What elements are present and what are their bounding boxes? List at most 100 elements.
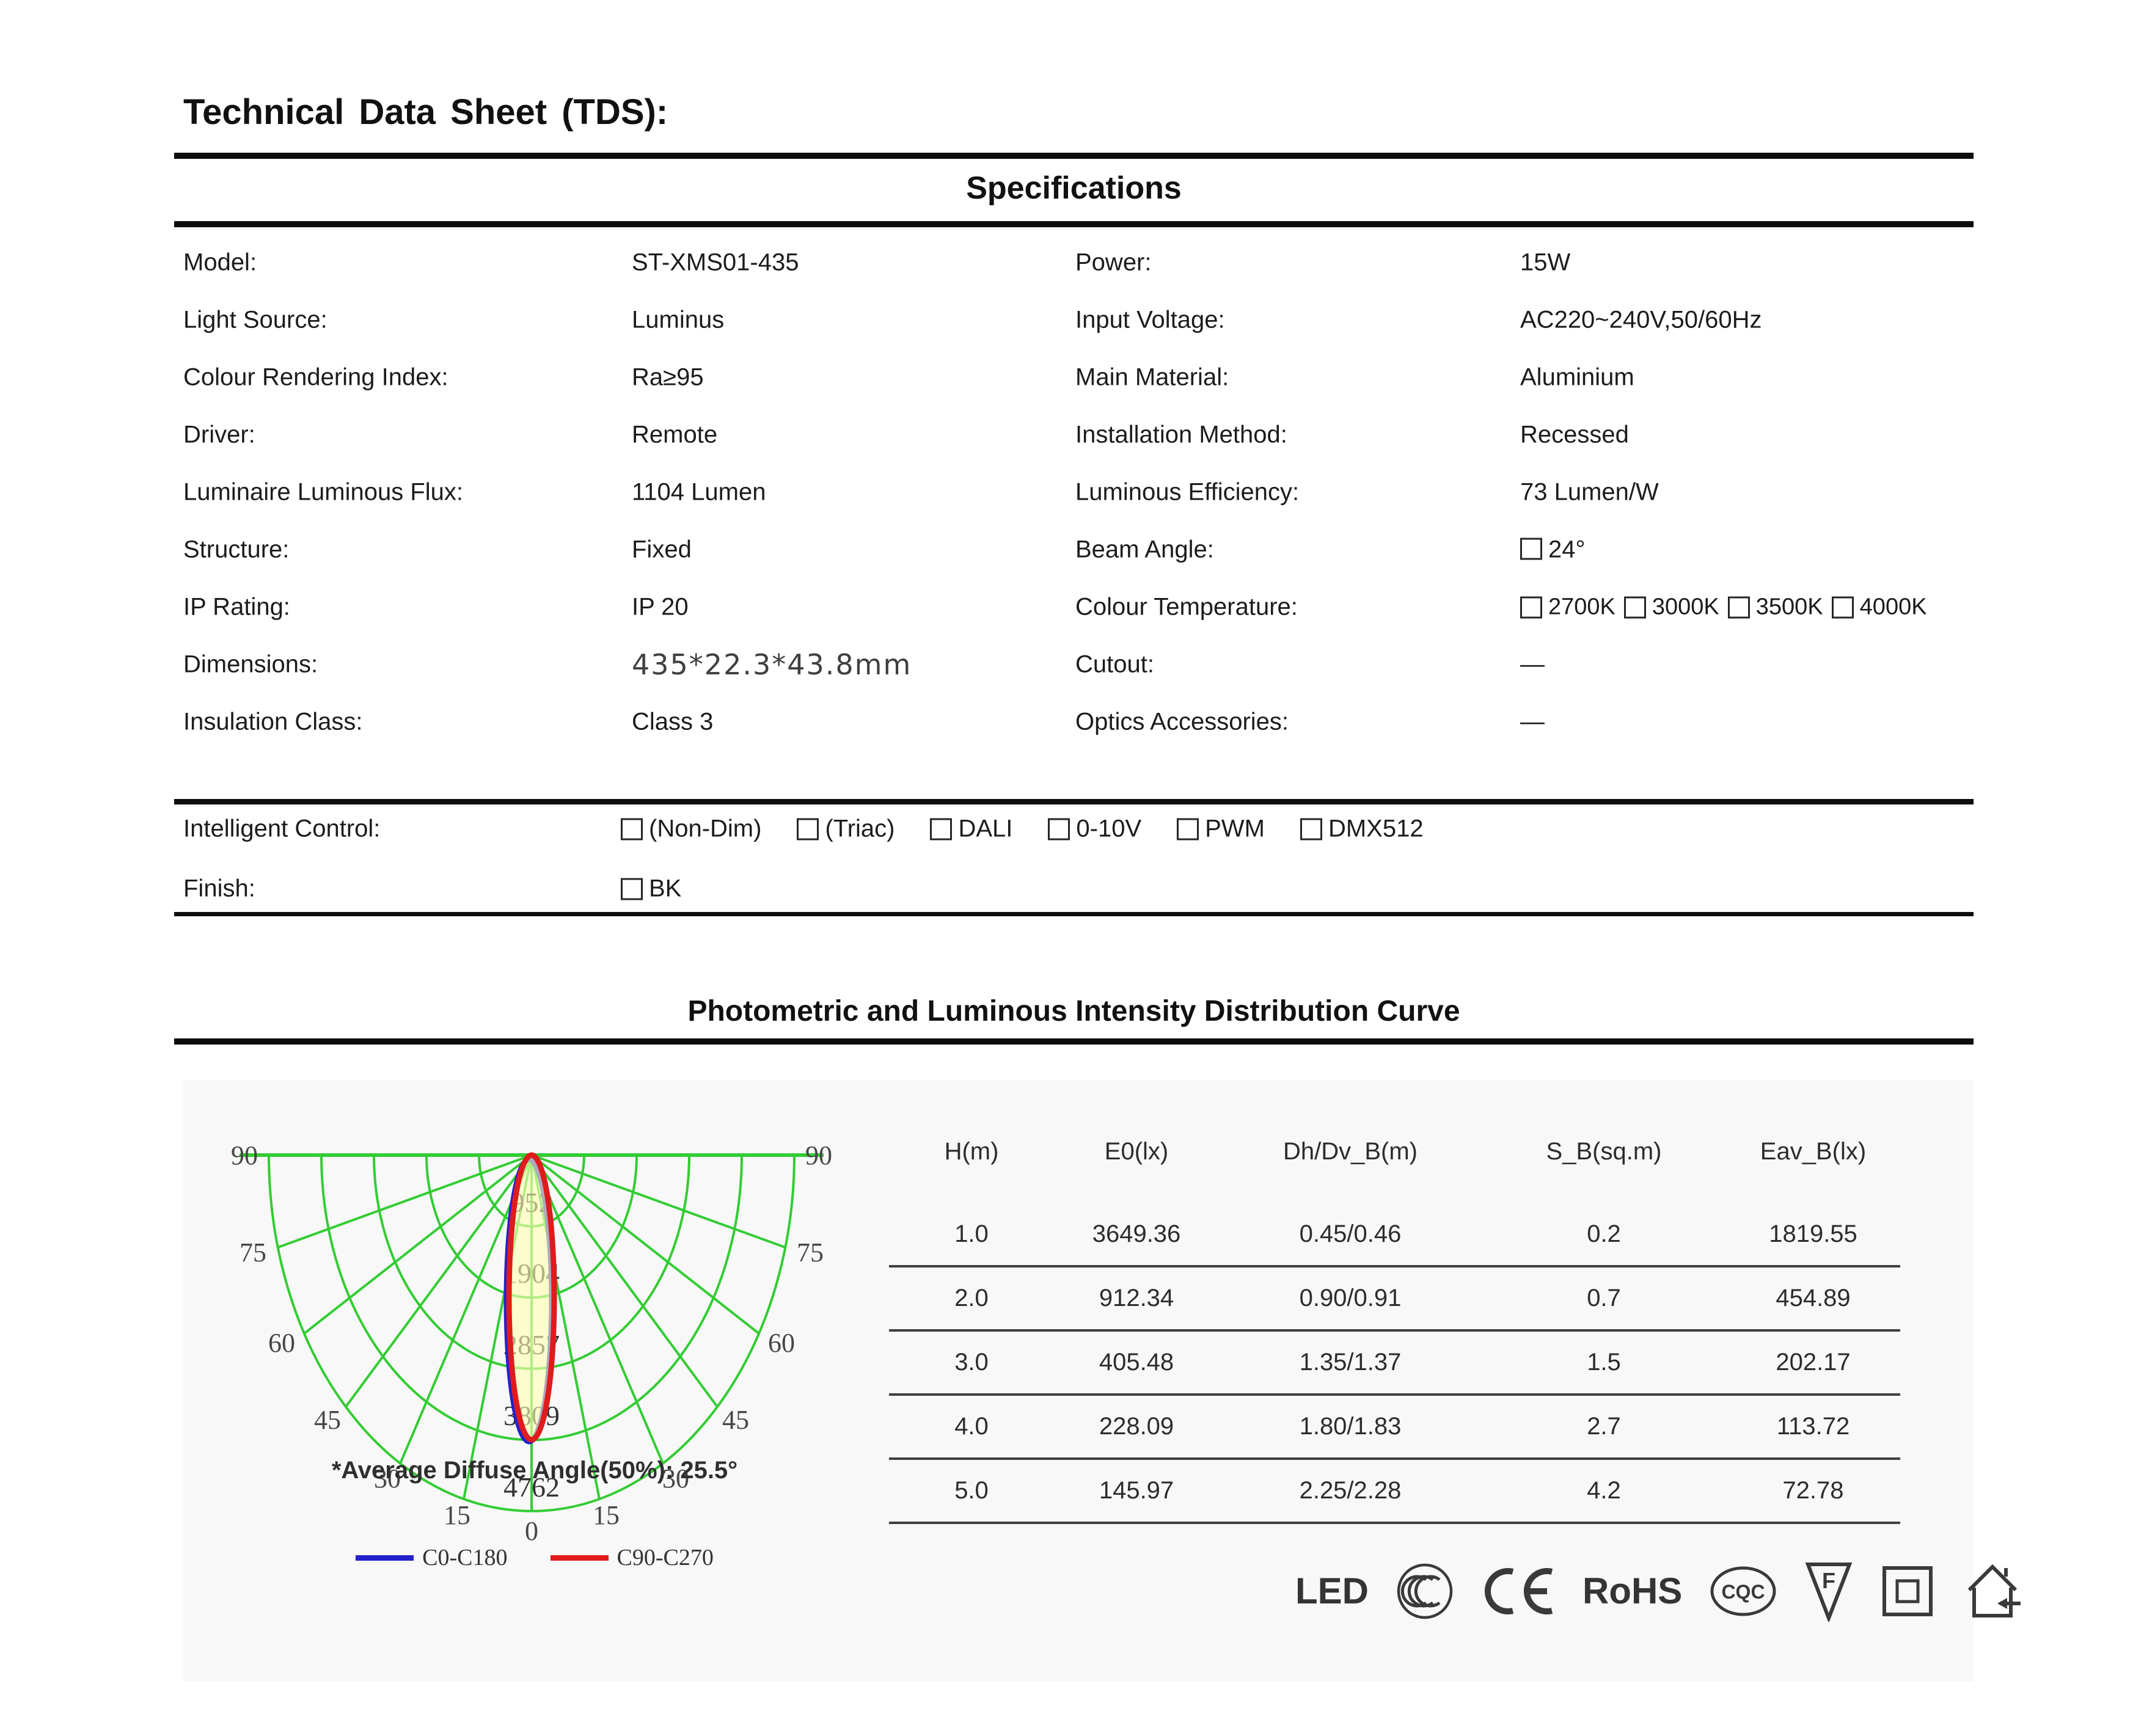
colour-temp-label: 4000K bbox=[1859, 594, 1927, 620]
spec-value: Aluminium bbox=[1520, 363, 1634, 391]
control-option: DALI bbox=[930, 815, 1012, 843]
table-cell: 1.0 bbox=[954, 1220, 989, 1247]
spec-row: Insulation Class: Class 3 Optics Accesso… bbox=[0, 693, 2144, 751]
beam-angle-text: 24° bbox=[1548, 536, 1586, 563]
table-header-row: H(m) E0(lx) Dh/Dv_B(m) S_B(sq.m) Eav_B(l… bbox=[889, 1130, 1900, 1173]
table-row: 2.0 912.34 0.90/0.91 0.7 454.89 bbox=[889, 1267, 1900, 1332]
legend-item: C0-C180 bbox=[356, 1544, 508, 1571]
column-header: H(m) bbox=[944, 1137, 999, 1165]
control-checkbox[interactable] bbox=[797, 818, 819, 840]
table-cell: 405.48 bbox=[1099, 1349, 1174, 1376]
cqc-label: CQC bbox=[1722, 1581, 1765, 1603]
spec-row: IP Rating: IP 20 Colour Temperature: 270… bbox=[0, 578, 2144, 636]
table-cell: 1.5 bbox=[1587, 1349, 1621, 1376]
spec-label: Optics Accessories: bbox=[1075, 708, 1289, 735]
angle-label: 90 bbox=[805, 1140, 832, 1170]
table-cell: 0.7 bbox=[1587, 1285, 1621, 1311]
spec-value: Class 3 bbox=[632, 708, 714, 735]
finish-option-label: BK bbox=[649, 875, 682, 902]
spec-value: 15W bbox=[1520, 249, 1571, 276]
column-header: Dh/Dv_B(m) bbox=[1282, 1137, 1418, 1165]
finish-label: Finish: bbox=[183, 875, 255, 902]
control-checkbox[interactable] bbox=[621, 818, 643, 840]
spec-label: Beam Angle: bbox=[1075, 536, 1214, 563]
spec-value: ST-XMS01-435 bbox=[632, 249, 799, 276]
colour-temp-checkbox[interactable] bbox=[1520, 596, 1542, 618]
table-cell: 5.0 bbox=[954, 1477, 989, 1504]
control-option: PWM bbox=[1177, 815, 1265, 843]
beam-angle-checkbox[interactable] bbox=[1520, 538, 1542, 560]
control-option-label: DMX512 bbox=[1328, 815, 1424, 842]
table-cell: 0.45/0.46 bbox=[1299, 1220, 1402, 1247]
table-cell: 3649.36 bbox=[1092, 1220, 1181, 1247]
control-option: DMX512 bbox=[1300, 815, 1424, 843]
indoor-use-icon bbox=[1968, 1564, 2021, 1617]
spec-row: Colour Rendering Index: Ra≥95 Main Mater… bbox=[0, 349, 2144, 406]
control-checkbox[interactable] bbox=[1177, 818, 1199, 840]
divider bbox=[174, 912, 1974, 916]
spec-label: Cutout: bbox=[1075, 651, 1154, 678]
table-row: 3.0 405.48 1.35/1.37 1.5 202.17 bbox=[889, 1332, 1900, 1396]
control-option: (Non-Dim) bbox=[621, 815, 761, 843]
control-option-label: DALI bbox=[958, 815, 1013, 842]
tds-page: Technical Data Sheet (TDS): Specificatio… bbox=[0, 0, 2144, 1736]
table-row: 5.0 145.97 2.25/2.28 4.2 72.78 bbox=[889, 1460, 1900, 1524]
photometric-table: H(m) E0(lx) Dh/Dv_B(m) S_B(sq.m) Eav_B(l… bbox=[889, 1130, 1900, 1524]
angle-label: 15 bbox=[444, 1500, 470, 1530]
control-checkbox[interactable] bbox=[1048, 818, 1070, 840]
spec-value: — bbox=[1520, 651, 1545, 678]
spec-row: Light Source: Luminus Input Voltage: AC2… bbox=[0, 291, 2144, 349]
specifications-heading: Specifications bbox=[966, 170, 1182, 206]
control-checkbox[interactable] bbox=[930, 818, 953, 840]
spec-value: Ra≥95 bbox=[632, 363, 704, 391]
table-cell: 3.0 bbox=[954, 1349, 989, 1376]
table-cell: 145.97 bbox=[1099, 1477, 1174, 1504]
control-option-label: 0-10V bbox=[1076, 815, 1142, 842]
ce-icon bbox=[1484, 1567, 1553, 1614]
angle-label: 15 bbox=[593, 1500, 620, 1530]
spec-label: Model: bbox=[183, 249, 257, 276]
colour-temp-option: 4000K bbox=[1831, 594, 1927, 621]
spec-value: Fixed bbox=[632, 536, 692, 563]
colour-temp-checkbox[interactable] bbox=[1623, 596, 1646, 618]
spec-label: Main Material: bbox=[1075, 363, 1229, 391]
colour-temp-checkbox[interactable] bbox=[1727, 596, 1750, 618]
spec-value: Remote bbox=[632, 421, 718, 448]
table-cell: 1819.55 bbox=[1769, 1220, 1857, 1247]
colour-temp-checkbox[interactable] bbox=[1831, 596, 1854, 618]
spec-value: — bbox=[1520, 708, 1545, 735]
legend-line-blue-icon bbox=[356, 1555, 414, 1561]
control-option: 0-10V bbox=[1048, 815, 1141, 843]
angle-label: 0 bbox=[525, 1516, 538, 1546]
table-cell: 113.72 bbox=[1776, 1413, 1850, 1440]
ccc-icon bbox=[1397, 1563, 1453, 1619]
table-cell: 1.35/1.37 bbox=[1299, 1349, 1402, 1376]
double-insulation-icon bbox=[1882, 1566, 1933, 1616]
table-cell: 0.2 bbox=[1587, 1220, 1621, 1247]
spec-label: Dimensions: bbox=[183, 651, 318, 678]
dimensions-value: 435*22.3*43.8mm bbox=[632, 648, 912, 681]
divider bbox=[174, 1038, 1974, 1045]
table-row: 4.0 228.09 1.80/1.83 2.7 113.72 bbox=[889, 1396, 1900, 1460]
spec-value: Luminus bbox=[632, 306, 725, 334]
table-cell: 4.0 bbox=[954, 1413, 989, 1440]
spec-row: Dimensions: 435*22.3*43.8mm Cutout: — bbox=[0, 636, 2144, 693]
angle-label: 60 bbox=[768, 1328, 795, 1358]
table-cell: 454.89 bbox=[1776, 1285, 1851, 1311]
spec-label: Colour Temperature: bbox=[1075, 593, 1298, 621]
legend-item: C90-C270 bbox=[550, 1544, 714, 1571]
page-title: Technical Data Sheet (TDS): bbox=[183, 92, 668, 132]
divider bbox=[174, 221, 1974, 227]
spec-row: Model: ST-XMS01-435 Power: 15W bbox=[0, 234, 2144, 291]
f-label: F bbox=[1822, 1568, 1835, 1593]
control-option: (Triac) bbox=[797, 815, 895, 843]
control-option-label: (Triac) bbox=[825, 815, 895, 842]
legend-line-red-icon bbox=[550, 1555, 609, 1561]
table-cell: 228.09 bbox=[1099, 1413, 1174, 1440]
spec-label: Light Source: bbox=[183, 306, 327, 334]
table-cell: 202.17 bbox=[1776, 1349, 1851, 1376]
colour-temp-label: 3500K bbox=[1755, 594, 1823, 620]
finish-checkbox[interactable] bbox=[621, 878, 643, 900]
angle-label: 45 bbox=[722, 1405, 749, 1435]
control-checkbox[interactable] bbox=[1300, 818, 1322, 840]
